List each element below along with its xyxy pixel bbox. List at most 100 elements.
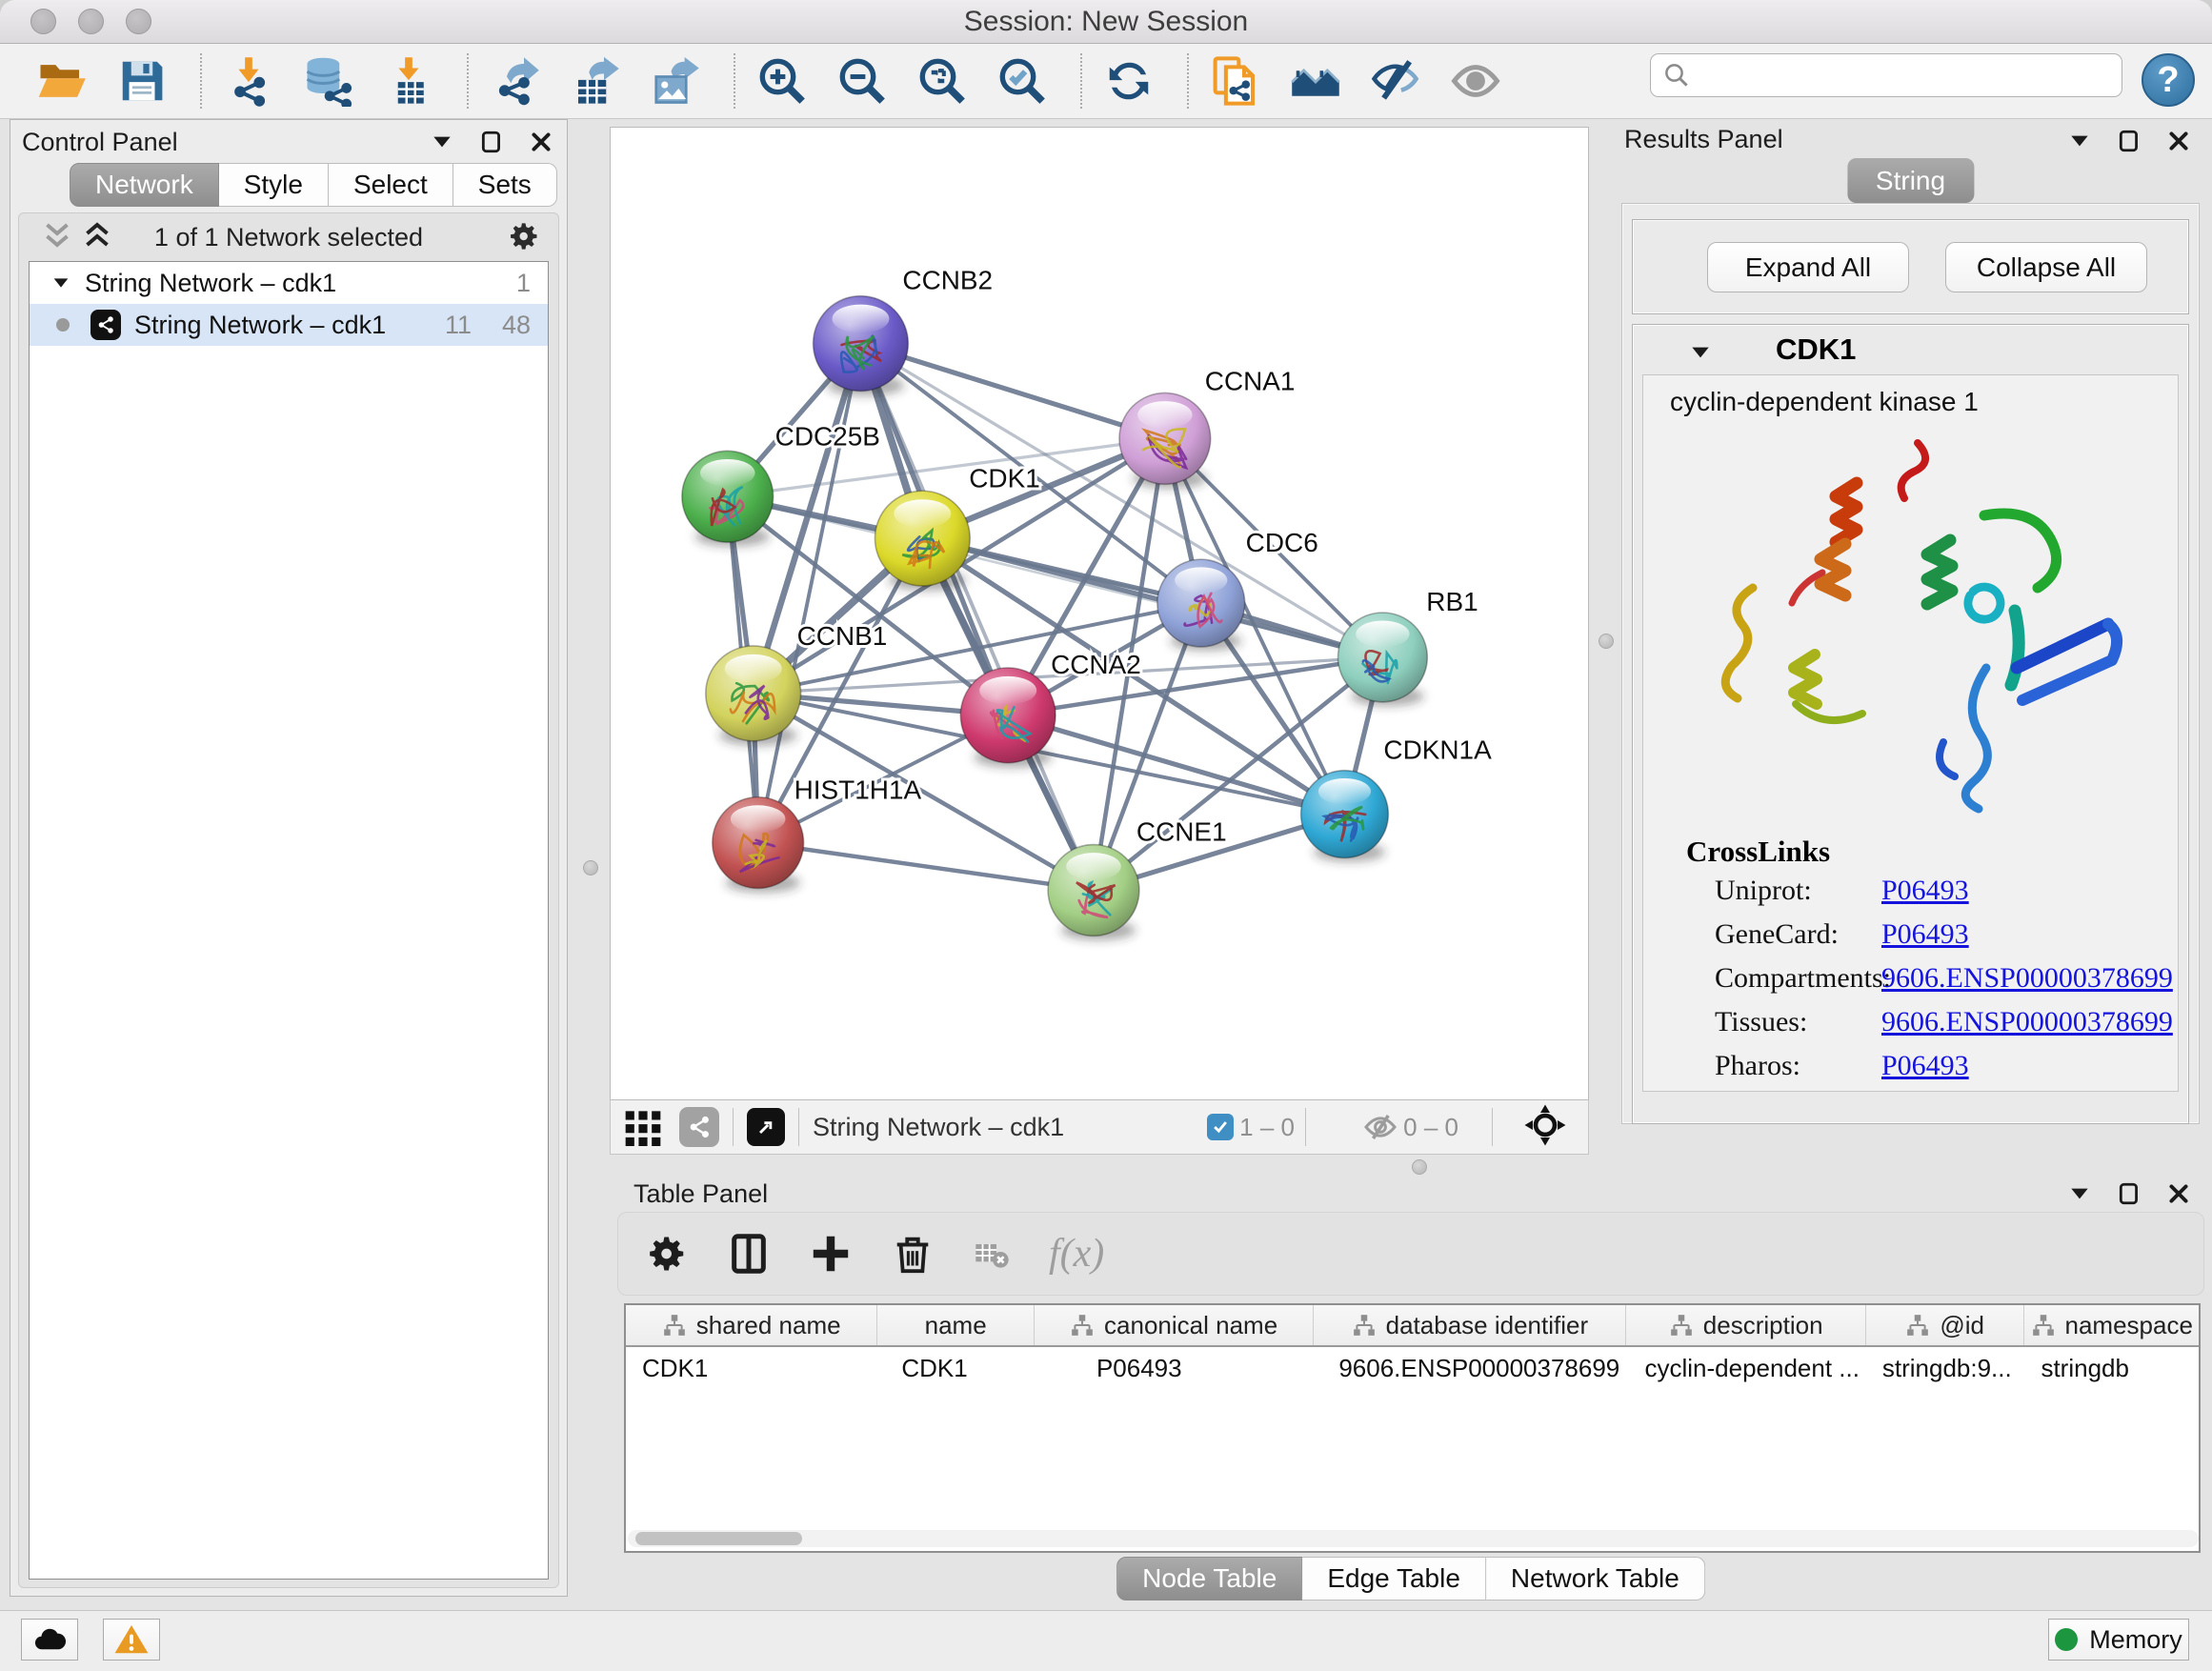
network-edge[interactable] (860, 344, 1094, 891)
column-header-namespace[interactable]: namespace (2024, 1305, 2199, 1345)
column-header-id[interactable]: @id (1866, 1305, 2025, 1345)
network-view-button[interactable] (679, 1107, 719, 1147)
grid-view-button[interactable] (622, 1104, 664, 1151)
node-label-ccnb1: CCNB1 (797, 621, 888, 651)
network-collection-row[interactable]: String Network – cdk1 1 (30, 262, 548, 304)
memory-button[interactable]: Memory (2048, 1619, 2189, 1661)
float-panel-icon[interactable] (479, 130, 504, 154)
collapse-all-button[interactable]: Collapse All (1945, 242, 2147, 292)
crosslink-link[interactable]: P06493 (1881, 918, 1969, 951)
import-network-database-button[interactable] (299, 51, 358, 111)
zoom-in-button[interactable] (753, 51, 812, 111)
export-image-button[interactable] (646, 51, 705, 111)
network-edge[interactable] (758, 843, 1094, 891)
network-graph[interactable]: CCNB2CCNA1CDC25BCDK1CDC6RB1CCNB1CCNA2CDK… (611, 128, 1588, 1099)
network-node-rb1[interactable] (1338, 613, 1428, 706)
function-builder-icon[interactable]: f(x) (1049, 1231, 1104, 1277)
export-table-button[interactable] (566, 51, 625, 111)
tab-select[interactable]: Select (329, 163, 453, 207)
collapse-panel-icon[interactable] (2067, 1181, 2092, 1206)
network-node-cdc6[interactable] (1157, 559, 1245, 651)
column-header-description[interactable]: description (1626, 1305, 1865, 1345)
show-selected-button[interactable] (1446, 51, 1505, 111)
column-header-database-identifier[interactable]: database identifier (1314, 1305, 1626, 1345)
close-panel-icon[interactable] (2166, 1181, 2191, 1206)
cell-id[interactable]: stringdb:9... (1866, 1354, 2025, 1383)
shared-column-icon (1070, 1313, 1095, 1338)
import-table-file-button[interactable] (379, 51, 438, 111)
close-panel-icon[interactable] (529, 130, 553, 154)
network-canvas[interactable]: CCNB2CCNA1CDC25BCDK1CDC6RB1CCNB1CCNA2CDK… (610, 127, 1589, 1100)
tab-edge-table[interactable]: Edge Table (1302, 1557, 1486, 1601)
tree-expand-icon[interactable] (50, 272, 71, 293)
tab-network[interactable]: Network (70, 163, 219, 207)
network-node-cdkn1a[interactable] (1301, 771, 1389, 862)
column-header-name[interactable]: name (877, 1305, 1035, 1345)
table-row[interactable]: CDK1 CDK1 P06493 9606.ENSP00000378699 cy… (626, 1347, 2199, 1389)
network-node-ccne1[interactable] (1048, 845, 1139, 940)
search-input[interactable] (1699, 61, 2122, 91)
collapse-section-icon[interactable] (1688, 340, 1713, 365)
network-edge[interactable] (758, 344, 861, 843)
crosslink-link[interactable]: P06493 (1881, 1050, 1969, 1082)
right-splitter-handle[interactable] (1599, 634, 1614, 649)
cell-database-identifier[interactable]: 9606.ENSP00000378699 (1314, 1354, 1626, 1383)
network-node-hist1h1a[interactable] (713, 797, 804, 893)
export-network-button[interactable] (486, 51, 545, 111)
network-node-ccnb1[interactable] (706, 646, 801, 746)
fit-content-button[interactable] (913, 51, 972, 111)
selected-checkbox-icon[interactable] (1207, 1114, 1234, 1140)
export-network-icon (490, 55, 541, 107)
column-header-shared-name[interactable]: shared name (626, 1305, 877, 1345)
crosslink-link[interactable]: P06493 (1881, 875, 1969, 907)
network-node-ccna2[interactable] (960, 668, 1056, 768)
close-panel-icon[interactable] (2166, 129, 2191, 153)
birds-eye-view-button[interactable] (747, 1108, 785, 1146)
zoom-out-button[interactable] (833, 51, 892, 111)
delete-table-icon[interactable] (973, 1235, 1011, 1273)
network-options-button[interactable] (507, 219, 541, 253)
cell-name[interactable]: CDK1 (877, 1354, 1035, 1383)
tab-sets[interactable]: Sets (453, 163, 557, 207)
collapse-panel-icon[interactable] (2067, 129, 2092, 153)
scrollbar-thumb[interactable] (635, 1532, 802, 1545)
network-node-ccna1[interactable] (1119, 393, 1211, 488)
collapse-panel-icon[interactable] (430, 130, 454, 154)
crosslink-link[interactable]: 9606.ENSP00000378699 (1881, 962, 2173, 995)
tab-node-table[interactable]: Node Table (1116, 1557, 1302, 1601)
apply-layout-button[interactable] (1099, 51, 1158, 111)
float-panel-icon[interactable] (2117, 1181, 2142, 1206)
hide-selected-button[interactable] (1366, 51, 1425, 111)
pan-mode-button[interactable] (1523, 1103, 1567, 1152)
save-session-button[interactable] (112, 51, 171, 111)
open-session-button[interactable] (32, 51, 91, 111)
expand-all-button[interactable]: Expand All (1707, 242, 1909, 292)
clone-network-button[interactable] (1206, 51, 1265, 111)
column-header-canonical-name[interactable]: canonical name (1035, 1305, 1314, 1345)
warnings-button[interactable] (103, 1619, 160, 1661)
tab-style[interactable]: Style (219, 163, 329, 207)
zoom-selected-button[interactable] (993, 51, 1052, 111)
cell-canonical-name[interactable]: P06493 (1035, 1354, 1314, 1383)
float-panel-icon[interactable] (2117, 129, 2142, 153)
network-row[interactable]: String Network – cdk1 11 48 (30, 304, 548, 346)
horizontal-splitter-handle[interactable] (1412, 1159, 1427, 1175)
help-button[interactable]: ? (2142, 53, 2195, 107)
string-home-button[interactable] (1286, 51, 1345, 111)
cell-description[interactable]: cyclin-dependent ... (1627, 1354, 1866, 1383)
cloud-status-button[interactable] (21, 1619, 78, 1661)
table-horizontal-scrollbar[interactable] (628, 1530, 2199, 1547)
create-column-plus-icon[interactable] (809, 1232, 853, 1276)
import-network-file-button[interactable] (219, 51, 278, 111)
table-options-gear-icon[interactable] (645, 1232, 689, 1276)
tab-string[interactable]: String (1847, 158, 1974, 203)
cell-namespace[interactable]: stringdb (2024, 1354, 2199, 1383)
cell-shared-name[interactable]: CDK1 (626, 1354, 877, 1383)
show-columns-icon[interactable] (727, 1232, 771, 1276)
network-node-cdc25b[interactable] (682, 451, 774, 546)
tab-network-table[interactable]: Network Table (1486, 1557, 1705, 1601)
left-splitter-handle[interactable] (583, 860, 598, 876)
network-node-cdk1[interactable] (875, 491, 970, 591)
crosslink-link[interactable]: 9606.ENSP00000378699 (1881, 1006, 2173, 1038)
delete-column-trash-icon[interactable] (891, 1232, 935, 1276)
